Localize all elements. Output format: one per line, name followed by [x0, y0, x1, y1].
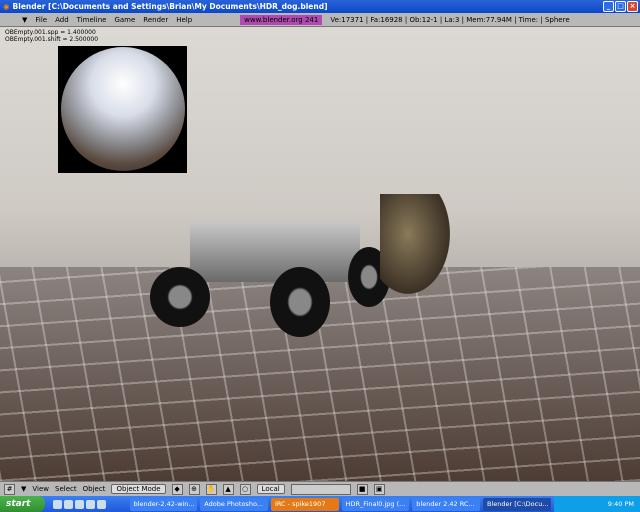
- task-button[interactable]: blender 2.42 RC...: [412, 497, 480, 511]
- window-title: Blender [C:\Documents and Settings\Brian…: [12, 2, 328, 11]
- draw-type-icon[interactable]: ◆: [171, 483, 183, 495]
- collapse-menu-icon[interactable]: ▼: [22, 16, 27, 24]
- scene-stats: Ve:17371 | Fa:16928 | Ob:12-1 | La:3 | M…: [330, 15, 570, 24]
- pivot-icon[interactable]: ⊕: [188, 483, 200, 495]
- task-button[interactable]: IRC - spike1907: [270, 497, 339, 511]
- title-bar: ◉ Blender [C:\Documents and Settings\Bri…: [0, 0, 640, 13]
- maximize-button[interactable]: □: [615, 1, 626, 12]
- task-button[interactable]: Blender [C:\Docu...: [482, 497, 551, 511]
- overlay-line: OBEmpty.001.spp = 1.400000: [5, 29, 96, 36]
- clock: 9:40 PM: [607, 500, 634, 508]
- collapse-header-icon[interactable]: ▼: [21, 485, 26, 493]
- menu-timeline[interactable]: Timeline: [77, 16, 107, 24]
- orientation-select[interactable]: Local: [256, 484, 285, 494]
- quick-launch-icon[interactable]: [75, 499, 85, 509]
- menu-file[interactable]: File: [35, 16, 47, 24]
- menu-game[interactable]: Game: [114, 16, 135, 24]
- taskbar: start blender-2.42-win... Adobe Photosho…: [0, 496, 640, 512]
- hand-icon[interactable]: ✋: [205, 483, 217, 495]
- menu-bar: ▼ File Add Timeline Game Render Help www…: [0, 13, 640, 27]
- rotate-icon[interactable]: ○: [239, 483, 251, 495]
- vehicle-model: [150, 197, 390, 337]
- blender-logo-icon: ◉: [3, 2, 10, 11]
- website-link[interactable]: www.blender.org 241: [240, 14, 323, 25]
- menu-select[interactable]: Select: [55, 485, 77, 493]
- menu-help[interactable]: Help: [176, 16, 192, 24]
- overlay-line: OBEmpty.001.shift = 2.500000: [5, 36, 99, 43]
- creature-model: [380, 194, 450, 294]
- minimize-button[interactable]: _: [603, 1, 614, 12]
- layer-buttons[interactable]: [290, 483, 351, 495]
- task-button[interactable]: HDR_Final0.jpg (...: [341, 497, 410, 511]
- menu-render[interactable]: Render: [143, 16, 168, 24]
- mode-select[interactable]: Object Mode: [111, 484, 166, 494]
- system-tray: 9:40 PM: [553, 496, 640, 512]
- editor-type-icon[interactable]: #: [4, 483, 15, 495]
- quick-launch-icon[interactable]: [86, 499, 96, 509]
- task-button[interactable]: Adobe Photosho...: [200, 497, 268, 511]
- lock-icon[interactable]: ■: [356, 483, 368, 495]
- hdr-probe-image: [58, 46, 187, 173]
- quick-launch: [45, 499, 129, 509]
- task-button[interactable]: blender-2.42-win...: [129, 497, 198, 511]
- menu-object[interactable]: Object: [83, 485, 106, 493]
- close-button[interactable]: ×: [627, 1, 638, 12]
- quick-launch-icon[interactable]: [64, 499, 74, 509]
- menu-add[interactable]: Add: [55, 16, 69, 24]
- translate-icon[interactable]: ▲: [222, 483, 234, 495]
- 3d-viewport[interactable]: OBEmpty.001.spp = 1.400000 OBEmpty.001.s…: [0, 27, 640, 481]
- start-button[interactable]: start: [0, 496, 46, 512]
- 3d-view-header: # ▼ View Select Object Object Mode ◆ ⊕ ✋…: [0, 481, 640, 496]
- quick-launch-icon[interactable]: [53, 499, 63, 509]
- quick-launch-icon[interactable]: [97, 499, 107, 509]
- menu-view[interactable]: View: [32, 485, 49, 493]
- render-icon[interactable]: ▣: [373, 483, 385, 495]
